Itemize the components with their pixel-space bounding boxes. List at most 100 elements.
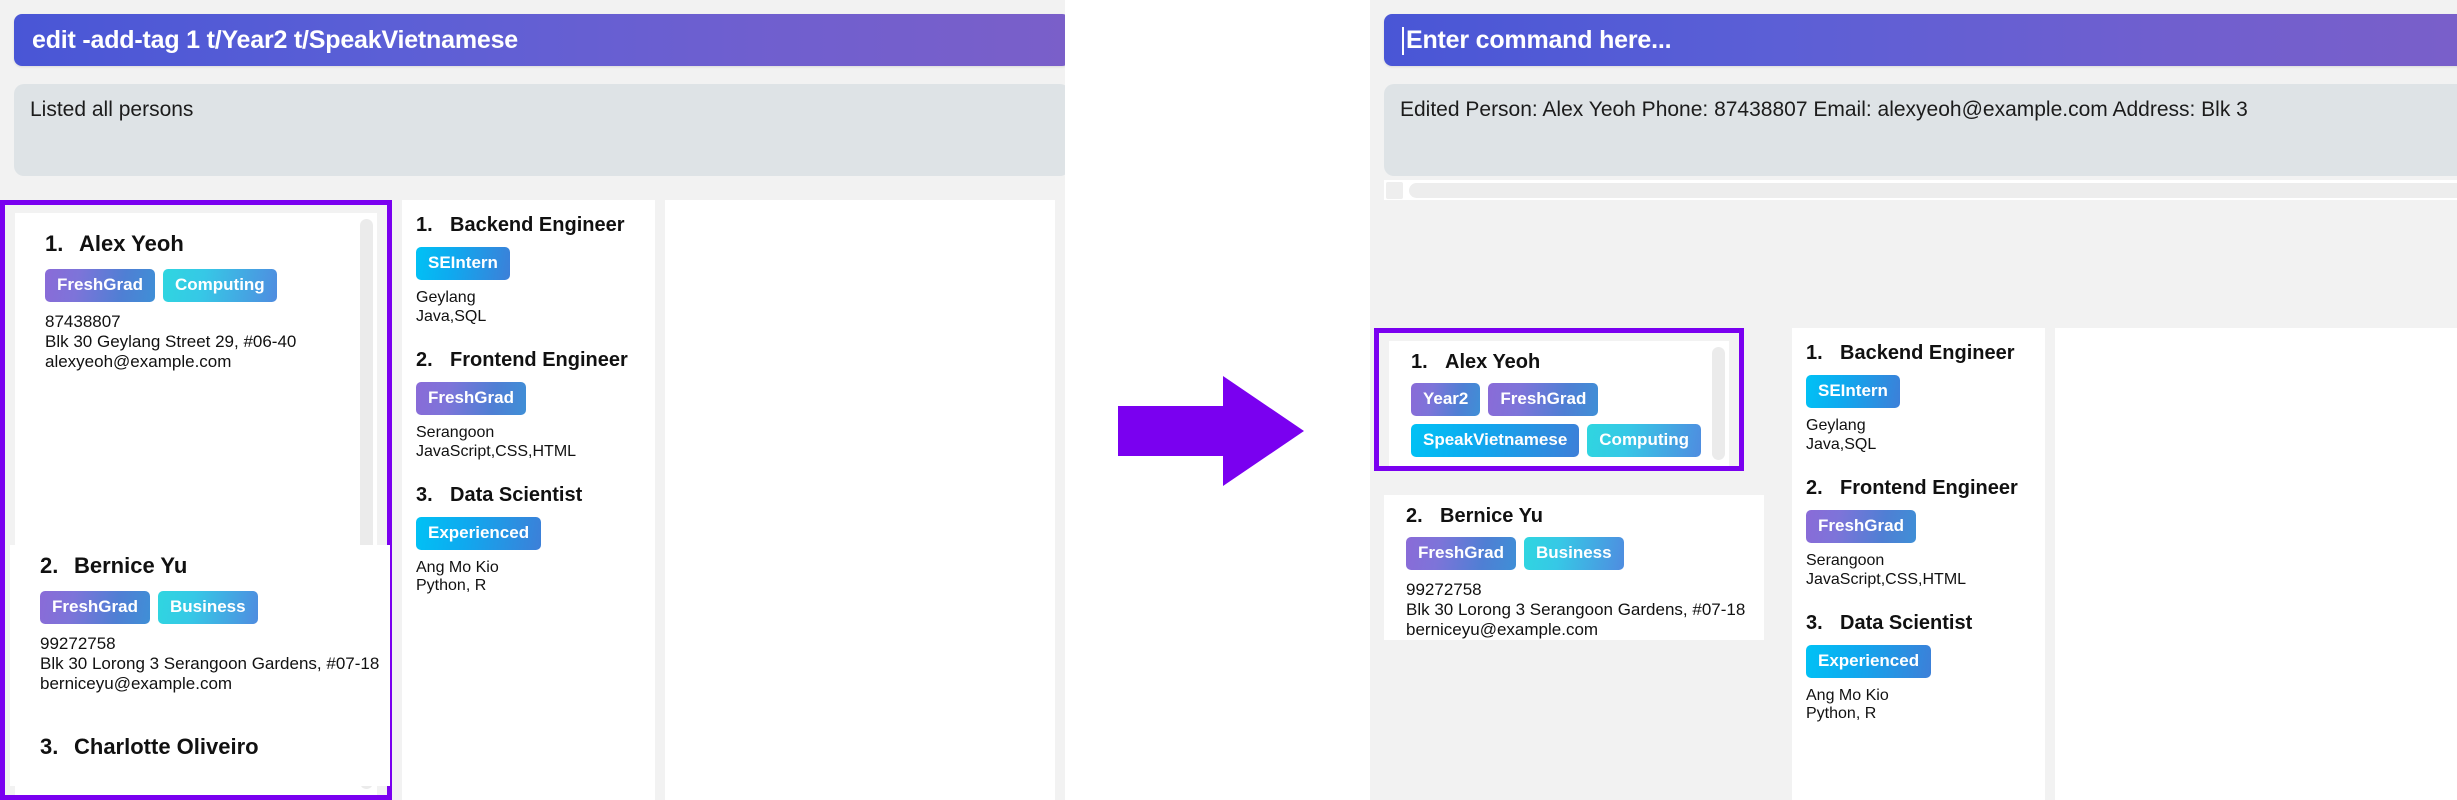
command-input-text: edit -add-tag 1 t/Year2 t/SpeakVietnames… [32, 25, 518, 54]
person-tag-row: Year2 FreshGrad SpeakVietnamese Computin… [1411, 383, 1721, 457]
job-skills: Python, R [1806, 705, 1877, 723]
result-display-wrap-after: Edited Person: Alex Yeoh Phone: 87438807… [1384, 84, 2457, 200]
person-tag-row: FreshGrad Business [1406, 537, 1764, 570]
job-card[interactable]: 3. Data Scientist Experienced Ang Mo Kio… [416, 470, 655, 605]
job-card[interactable]: 2. Frontend Engineer FreshGrad Serangoon… [416, 335, 655, 470]
job-title: Backend Engineer [1840, 342, 2015, 364]
job-tag: Experienced [1806, 644, 1932, 678]
person-title: 1. Alex Yeoh [1411, 351, 1729, 374]
person-card[interactable]: 1. Alex Yeoh Year2 FreshGrad SpeakVietna… [1389, 341, 1729, 466]
person-list-inner: 1. Alex Yeoh Year2 FreshGrad SpeakVietna… [1389, 341, 1729, 466]
job-card[interactable]: 1. Backend Engineer SEIntern Geylang Jav… [416, 214, 655, 335]
third-panel-before [665, 200, 1055, 800]
person-address: Blk 30 Geylang Street 29, #06-40 [45, 332, 297, 352]
person-card[interactable]: 2. Bernice Yu FreshGrad Business 9927275… [1384, 495, 1764, 641]
result-display-wrap-before: Listed all persons [14, 84, 1065, 176]
job-skills: JavaScript,CSS,HTML [1806, 570, 1967, 588]
job-title: Frontend Engineer [450, 348, 628, 371]
person-tag-row: FreshGrad Computing [45, 269, 377, 302]
job-title: Frontend Engineer [1840, 476, 2018, 499]
job-list-panel-after[interactable]: 1. Backend Engineer SEIntern Geylang Jav… [1792, 328, 2045, 800]
app-window-after: Enter command here... Edited Person: Ale… [1370, 0, 2457, 800]
person-tag: Computing [162, 269, 277, 302]
person-email: alexyeoh@example.com [45, 352, 232, 372]
result-display-before: Listed all persons [14, 84, 1065, 176]
job-list-panel-before[interactable]: 1. Backend Engineer SEIntern Geylang Jav… [402, 200, 655, 800]
result-display-after: Edited Person: Alex Yeoh Phone: 87438807… [1384, 84, 2457, 176]
job-skills: Python, R [416, 577, 487, 595]
person-list-continued-after: 2. Bernice Yu FreshGrad Business 9927275… [1384, 495, 1764, 641]
job-index: 2. [1806, 476, 1823, 499]
command-input-placeholder: Enter command here... [1406, 25, 1672, 54]
text-caret [1402, 27, 1404, 55]
person-tag: Year2 [1411, 383, 1481, 416]
job-title-row: 2. Frontend Engineer [1806, 477, 2045, 500]
job-title: Backend Engineer [450, 214, 625, 236]
person-address: Blk 30 Lorong 3 Serangoon Gardens, #07-1… [40, 654, 380, 674]
person-list-panel-highlighted[interactable]: 1. Alex Yeoh Year2 FreshGrad SpeakVietna… [1374, 328, 1744, 471]
transition-arrow-icon [1118, 376, 1304, 486]
person-card[interactable]: 3. Charlotte Oliveiro [10, 708, 390, 787]
job-skills: JavaScript,CSS,HTML [416, 442, 577, 460]
job-title-row: 3. Data Scientist [416, 484, 655, 507]
person-list-scrollbar[interactable] [1712, 347, 1725, 460]
scroll-left-button[interactable] [1386, 181, 1403, 199]
job-location: Geylang [1806, 417, 1866, 434]
job-tag-row: FreshGrad [1806, 509, 2045, 543]
person-title: 1. Alex Yeoh [45, 231, 377, 257]
job-index: 3. [1806, 611, 1823, 634]
person-email: berniceyu@example.com [1406, 620, 1599, 640]
job-tag-row: FreshGrad [416, 381, 655, 415]
job-title: Data Scientist [450, 483, 583, 506]
job-title: Data Scientist [1840, 611, 1973, 634]
result-horizontal-scrollbar[interactable] [1384, 180, 2457, 200]
person-card[interactable]: 1. Alex Yeoh FreshGrad Computing 8743880… [15, 213, 377, 387]
job-index: 2. [416, 348, 433, 371]
app-window-before: edit -add-tag 1 t/Year2 t/SpeakVietnames… [0, 0, 1065, 800]
result-display-text: Listed all persons [30, 98, 194, 121]
person-tag: SpeakVietnamese [1411, 424, 1580, 457]
job-location: Ang Mo Kio [1806, 686, 1889, 704]
person-card[interactable]: 2. Bernice Yu FreshGrad Business 9927275… [10, 545, 390, 709]
job-index: 1. [1806, 342, 1823, 364]
person-phone: 99272758 [40, 634, 116, 653]
person-title: 3. Charlotte Oliveiro [40, 734, 390, 760]
person-list-continued-before: 2. Bernice Yu FreshGrad Business 9927275… [10, 545, 390, 787]
person-index: 1. [1411, 351, 1428, 373]
job-location: Serangoon [1806, 551, 1885, 569]
job-card[interactable]: 2. Frontend Engineer FreshGrad Serangoon… [1806, 463, 2045, 598]
person-address: Blk 30 Lorong 3 Serangoon Gardens, #07-1… [1406, 600, 1746, 620]
command-input-before[interactable]: edit -add-tag 1 t/Year2 t/SpeakVietnames… [14, 14, 1065, 66]
job-index: 1. [416, 214, 433, 236]
result-display-text: Edited Person: Alex Yeoh Phone: 87438807… [1400, 98, 2248, 121]
person-name: Alex Yeoh [79, 231, 184, 256]
scrollbar-thumb[interactable] [1409, 182, 2457, 198]
job-skills: Java,SQL [1806, 435, 1877, 453]
job-tag-row: Experienced [416, 516, 655, 550]
job-tag-row: Experienced [1806, 644, 2045, 678]
job-skills: Java,SQL [416, 307, 487, 325]
job-title-row: 2. Frontend Engineer [416, 349, 655, 372]
job-index: 3. [416, 483, 433, 506]
person-tag: Computing [1587, 424, 1701, 457]
job-tag: SEIntern [1806, 375, 1900, 408]
person-tag-row: FreshGrad Business [40, 591, 390, 624]
person-tag: FreshGrad [1488, 383, 1599, 416]
person-tag: Business [157, 591, 258, 624]
third-panel-after [2055, 328, 2457, 800]
command-input-after[interactable]: Enter command here... [1384, 14, 2457, 66]
job-tag: SEIntern [416, 247, 510, 280]
scrollbar-thumb[interactable] [1712, 347, 1725, 460]
person-title: 2. Bernice Yu [40, 553, 390, 579]
person-name: Bernice Yu [74, 553, 188, 578]
person-tag: FreshGrad [40, 591, 150, 624]
person-tag: FreshGrad [1406, 537, 1516, 570]
person-name: Alex Yeoh [1445, 351, 1541, 373]
person-index: 1. [45, 231, 64, 256]
person-email: berniceyu@example.com [40, 674, 233, 694]
job-card[interactable]: 1. Backend Engineer SEIntern Geylang Jav… [1806, 342, 2045, 463]
person-tag: Business [1523, 537, 1624, 570]
job-tag: FreshGrad [1806, 509, 1916, 543]
job-card[interactable]: 3. Data Scientist Experienced Ang Mo Kio… [1806, 598, 2045, 733]
person-name: Charlotte Oliveiro [74, 734, 259, 760]
